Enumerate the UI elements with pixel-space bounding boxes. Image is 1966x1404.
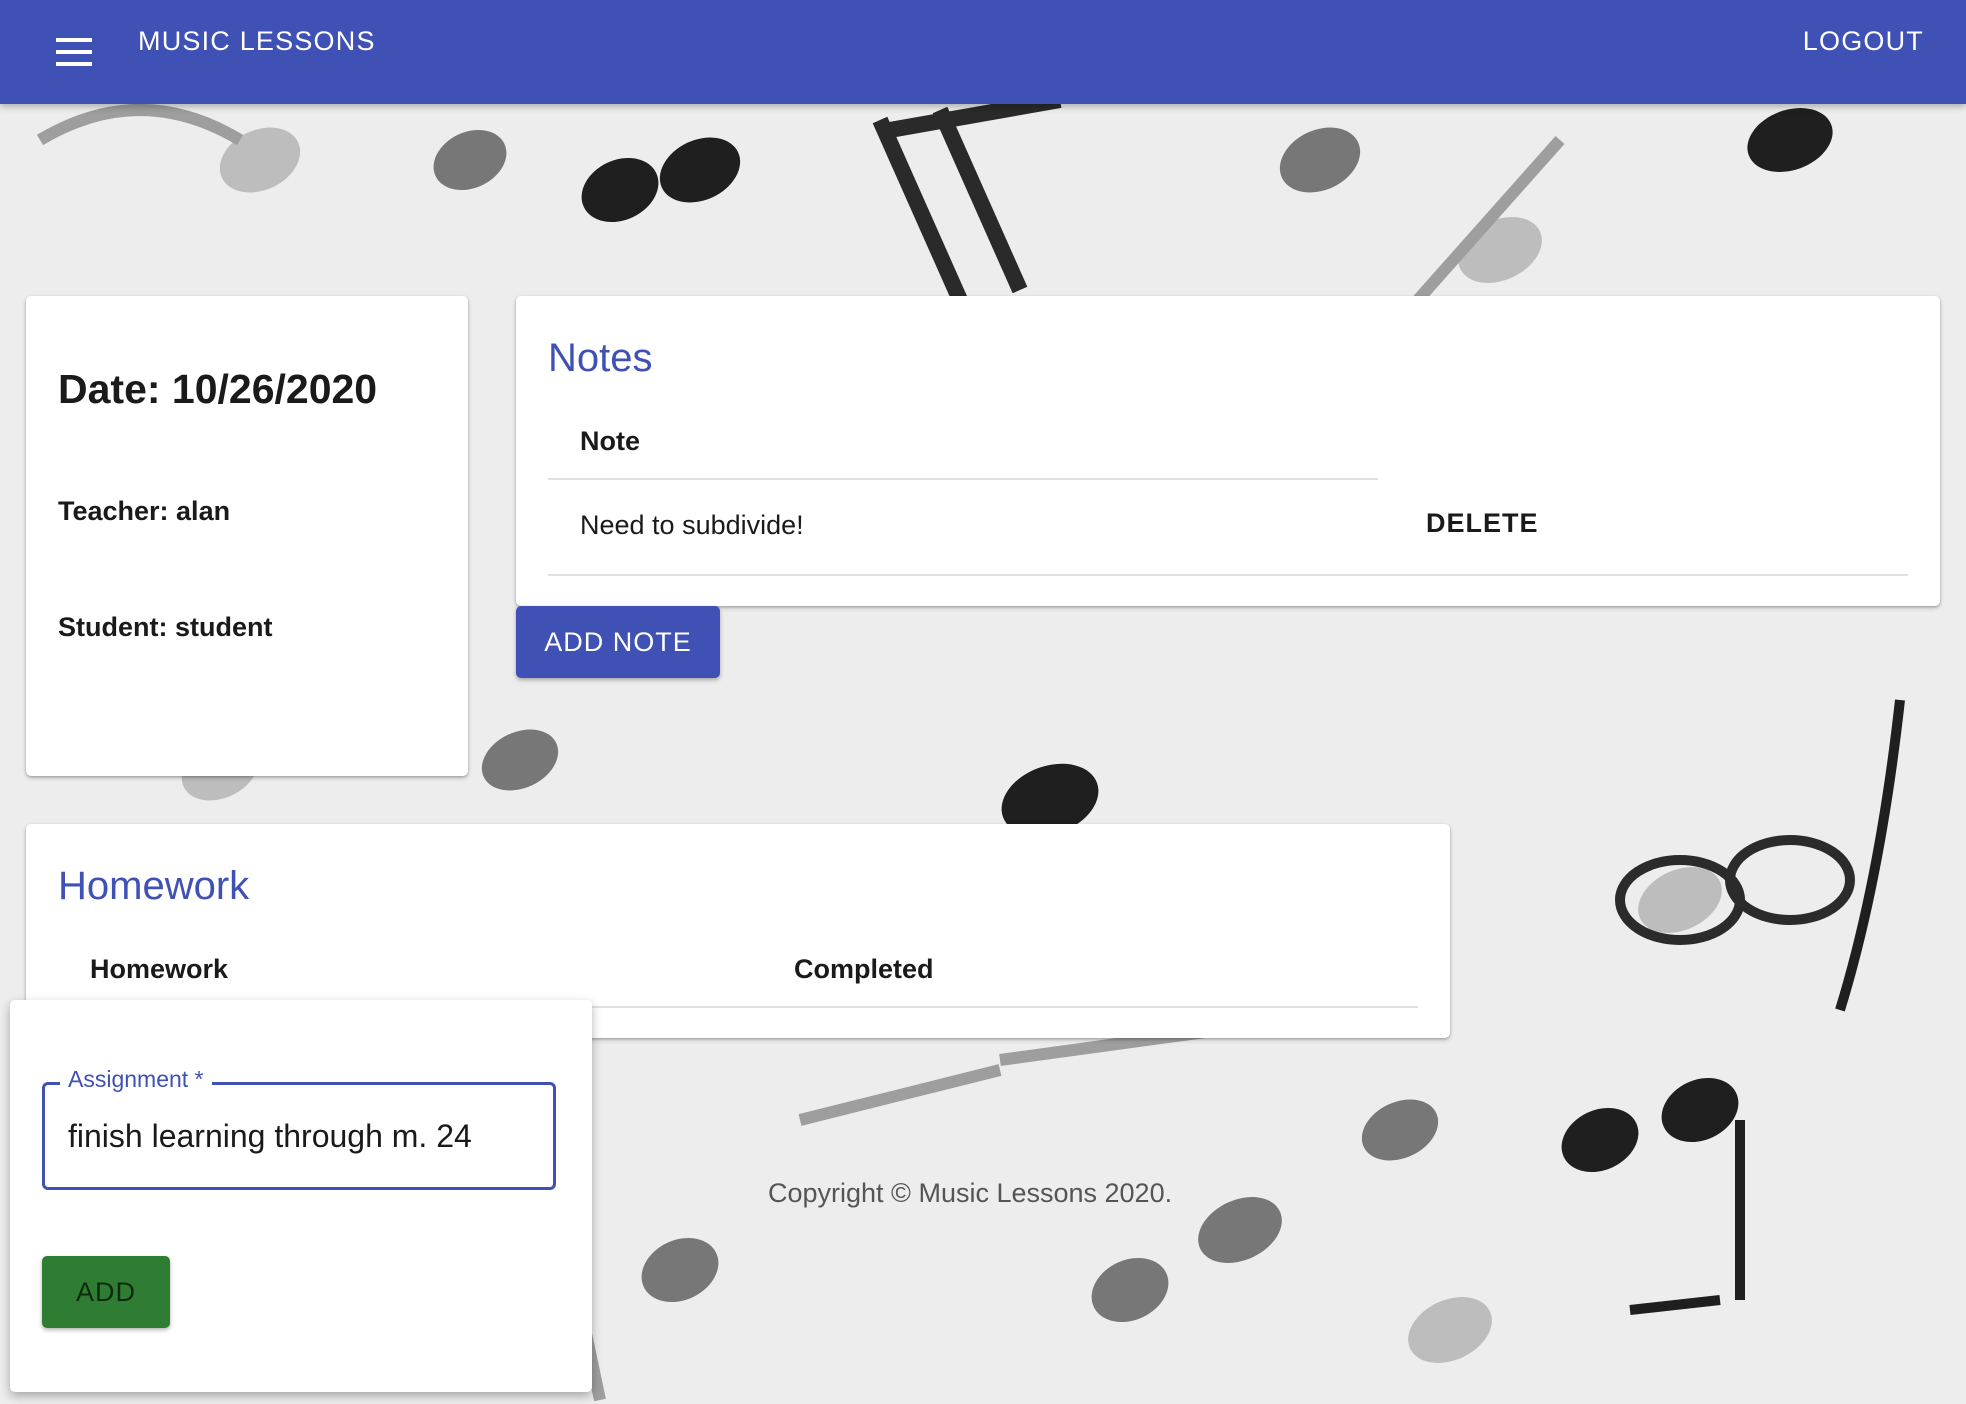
notes-column-header: Note — [580, 426, 640, 456]
completed-column-header: Completed — [794, 954, 934, 984]
notes-row-divider — [548, 574, 1908, 576]
assignment-form-panel: Assignment * finish learning through m. … — [10, 1000, 592, 1392]
logout-button[interactable]: LOGOUT — [1803, 24, 1924, 58]
delete-note-button[interactable]: DELETE — [1426, 508, 1539, 539]
add-assignment-button[interactable]: ADD — [42, 1256, 170, 1328]
assignment-label: Assignment * — [60, 1064, 212, 1094]
notes-header-divider — [548, 478, 1378, 480]
lesson-info-card: Date: 10/26/2020 Teacher: alan Student: … — [26, 296, 468, 776]
homework-column-header: Homework — [90, 954, 229, 984]
footer-copyright: Copyright © Music Lessons 2020. — [768, 1178, 1173, 1208]
notes-heading: Notes — [548, 336, 653, 380]
note-text: Need to subdivide! — [580, 510, 804, 540]
notes-card: Notes Note Need to subdivide! DELETE — [516, 296, 1940, 606]
app-title: MUSIC LESSONS — [138, 26, 376, 56]
menu-icon[interactable] — [42, 20, 106, 84]
lesson-date: Date: 10/26/2020 — [58, 366, 378, 412]
lesson-teacher: Teacher: alan — [58, 496, 231, 526]
app-bar: MUSIC LESSONS LOGOUT — [0, 0, 1966, 104]
homework-heading: Homework — [58, 864, 250, 908]
lesson-student: Student: student — [58, 612, 273, 642]
assignment-input-value[interactable]: finish learning through m. 24 — [68, 1116, 472, 1156]
add-note-button[interactable]: ADD NOTE — [516, 606, 720, 678]
